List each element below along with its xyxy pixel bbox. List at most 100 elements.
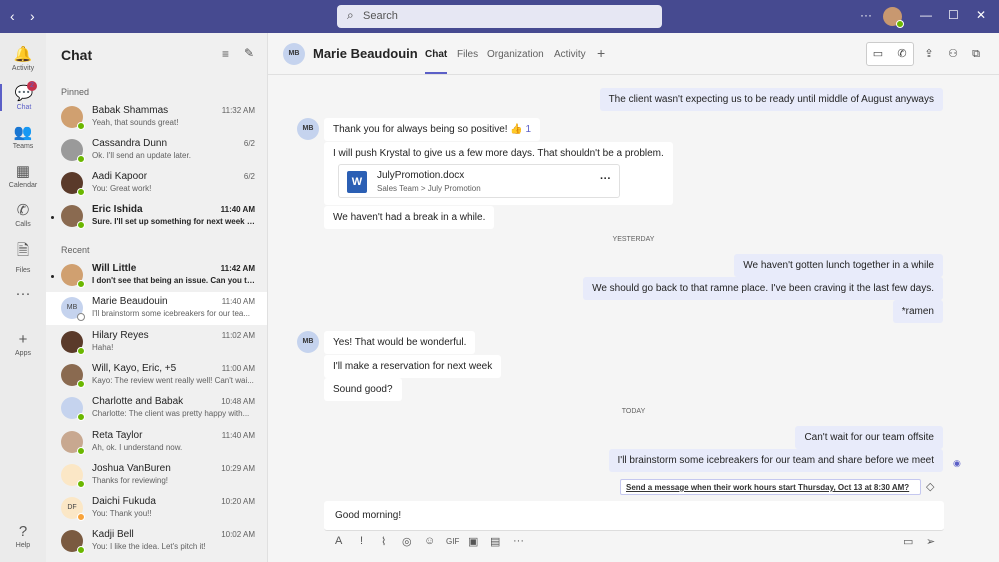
chat-list-item[interactable]: Will, Kayo, Eric, +5 11:00 AM Kayo: The … — [46, 359, 267, 392]
rail-item-apps[interactable]: + Apps — [0, 331, 46, 357]
presence-icon — [896, 20, 904, 28]
chat-name: Hilary Reyes — [92, 330, 149, 341]
dismiss-suggestion-icon[interactable]: ◇ — [926, 480, 934, 493]
add-people-icon[interactable]: ⚇ — [942, 43, 964, 65]
chat-preview: You: Great work! — [92, 184, 152, 193]
schedule-meeting-icon[interactable]: ▤ — [490, 535, 500, 548]
schedule-send-suggestion[interactable]: Send a message when their work hours sta… — [620, 479, 921, 495]
avatar — [61, 364, 85, 388]
chat-list-item[interactable]: DF Daichi Fukuda 10:20 AM You: Thank you… — [46, 492, 267, 525]
share-screen-icon[interactable]: ⇪ — [918, 43, 940, 65]
more-actions-icon[interactable]: ··· — [513, 535, 524, 547]
tab-chat[interactable]: Chat — [425, 49, 448, 74]
tab-activity[interactable]: Activity — [554, 49, 586, 60]
presence-icon — [77, 280, 85, 288]
search-input[interactable]: ⌕ Search — [337, 5, 662, 28]
tab-organization[interactable]: Organization — [487, 49, 544, 60]
priority-icon[interactable]: ! — [360, 535, 363, 547]
chat-list-item[interactable]: Kadji Bell 10:02 AM You: I like the idea… — [46, 525, 267, 558]
file-name: JulyPromotion.docx — [377, 170, 465, 181]
chat-list-item[interactable]: Charlotte and Babak 10:48 AM Charlotte: … — [46, 392, 267, 425]
emoji-icon[interactable]: ☺ — [424, 535, 435, 547]
message-in: Sound good? — [324, 378, 402, 401]
message-in: Thank you for always being so positive! … — [324, 118, 541, 141]
chat-list-item[interactable]: Babak Shammas 11:32 AM Yeah, that sounds… — [46, 101, 267, 134]
rail-item-teams[interactable]: 👥 Teams — [0, 123, 46, 150]
search-placeholder: Search — [363, 10, 398, 22]
chat-preview: Charlotte: The client was pretty happy w… — [92, 409, 250, 418]
more-options-button[interactable]: ··· — [860, 8, 872, 22]
chat-list-item[interactable]: Hilary Reyes 11:02 AM Haha! — [46, 326, 267, 359]
message-out: We haven't gotten lunch together in a wh… — [734, 254, 943, 277]
chat-name: Kadji Bell — [92, 529, 134, 540]
tab-files[interactable]: Files — [457, 49, 478, 60]
maximize-button[interactable]: ☐ — [948, 8, 959, 22]
chat-preview: Ah, ok. I understand now. — [92, 443, 183, 452]
chat-list-item[interactable]: Cassandra Dunn 6/2 Ok. I'll send an upda… — [46, 134, 267, 167]
contact-avatar: MB — [283, 43, 305, 65]
message-in: I'll make a reservation for next week — [324, 355, 502, 378]
day-divider: TODAY — [621, 408, 646, 415]
attach-icon[interactable]: ⌇ — [381, 535, 386, 548]
chat-list-item[interactable]: Will Little 11:42 AM I don't see that be… — [46, 259, 267, 292]
compose-box[interactable]: Good morning! — [324, 501, 944, 531]
chat-time: 11:02 AM — [221, 331, 255, 340]
plus-icon: + — [18, 331, 28, 348]
message-out: I'll brainstorm some icebreakers for our… — [608, 449, 943, 472]
rail-label: Calendar — [8, 182, 38, 189]
popout-icon[interactable]: ⧉ — [965, 43, 987, 65]
close-button[interactable]: ✕ — [976, 8, 986, 22]
loop-icon[interactable]: ◎ — [402, 535, 412, 548]
chat-time: 11:40 AM — [221, 431, 255, 440]
user-avatar[interactable] — [883, 7, 904, 28]
audio-call-icon[interactable]: ✆ — [891, 43, 913, 65]
recent-label: Recent — [61, 245, 90, 255]
chat-name: Aadi Kapoor — [92, 171, 148, 182]
reaction-count[interactable]: 1 — [526, 124, 532, 135]
presence-icon — [77, 188, 85, 196]
bell-icon: 🔔 — [13, 46, 33, 63]
chat-name: Daichi Fukuda — [92, 496, 156, 507]
more-icon: ··· — [15, 285, 31, 302]
rail-item-calls[interactable]: ✆ Calls — [0, 201, 46, 228]
presence-icon — [77, 546, 85, 554]
filter-icon[interactable]: ≡ — [222, 47, 229, 61]
chat-list-item[interactable]: Aadi Kapoor 6/2 You: Great work! — [46, 167, 267, 200]
file-more-icon[interactable]: ··· — [600, 173, 611, 185]
minimize-button[interactable]: — — [920, 8, 932, 22]
chat-time: 11:00 AM — [221, 364, 255, 373]
presence-icon — [77, 513, 85, 521]
avatar — [61, 106, 85, 130]
format-icon[interactable]: A — [335, 535, 342, 547]
gif-icon[interactable]: GIF — [446, 537, 459, 546]
app-rail: 🔔 Activity 💬 Chat 2 👥 Teams ▦ Calendar ✆ Calls 🗎 Fil… — [0, 33, 46, 562]
avatar — [61, 139, 85, 163]
rail-item-files[interactable]: 🗎 Files — [0, 240, 46, 274]
forward-icon[interactable]: › — [30, 8, 35, 24]
rail-item-more[interactable]: ··· — [0, 285, 46, 304]
message-out: The client wasn't expecting us to be rea… — [599, 88, 943, 111]
chat-list-item[interactable]: Reta Taylor 11:40 AM Ah, ok. I understan… — [46, 426, 267, 459]
rail-item-help[interactable]: ? Help — [0, 523, 46, 549]
chat-list-item[interactable]: Eric Ishida 11:40 AM Sure. I'll set up s… — [46, 200, 267, 233]
send-icon[interactable]: ➢ — [926, 535, 935, 548]
file-attachment[interactable]: W JulyPromotion.docx Sales Team > July P… — [338, 164, 620, 198]
video-clip-icon[interactable]: ▭ — [903, 535, 913, 548]
rail-label: Activity — [11, 65, 35, 72]
chat-preview: Haha! — [92, 343, 114, 352]
rail-item-activity[interactable]: 🔔 Activity — [0, 45, 46, 72]
chat-time: 10:48 AM — [221, 397, 255, 406]
video-call-icon[interactable]: ▭ — [867, 43, 889, 65]
chat-list-item[interactable]: Joshua VanBuren 10:29 AM Thanks for revi… — [46, 459, 267, 492]
chat-list-item[interactable]: MB Marie Beaudouin 11:40 AM I'll brainst… — [46, 292, 267, 325]
add-tab-icon[interactable]: + — [597, 45, 605, 61]
new-chat-icon[interactable]: ✎ — [244, 46, 254, 60]
phone-icon: ✆ — [16, 202, 30, 219]
back-icon[interactable]: ‹ — [10, 8, 15, 24]
rail-label: Calls — [15, 221, 31, 228]
rail-item-calendar[interactable]: ▦ Calendar — [0, 162, 46, 189]
chat-preview: Kayo: The review went really well! Can't… — [92, 376, 254, 385]
contact-name: Marie Beaudouin — [313, 46, 418, 61]
sticker-icon[interactable]: ▣ — [468, 535, 478, 548]
rail-item-chat[interactable]: 💬 Chat 2 — [0, 81, 46, 111]
